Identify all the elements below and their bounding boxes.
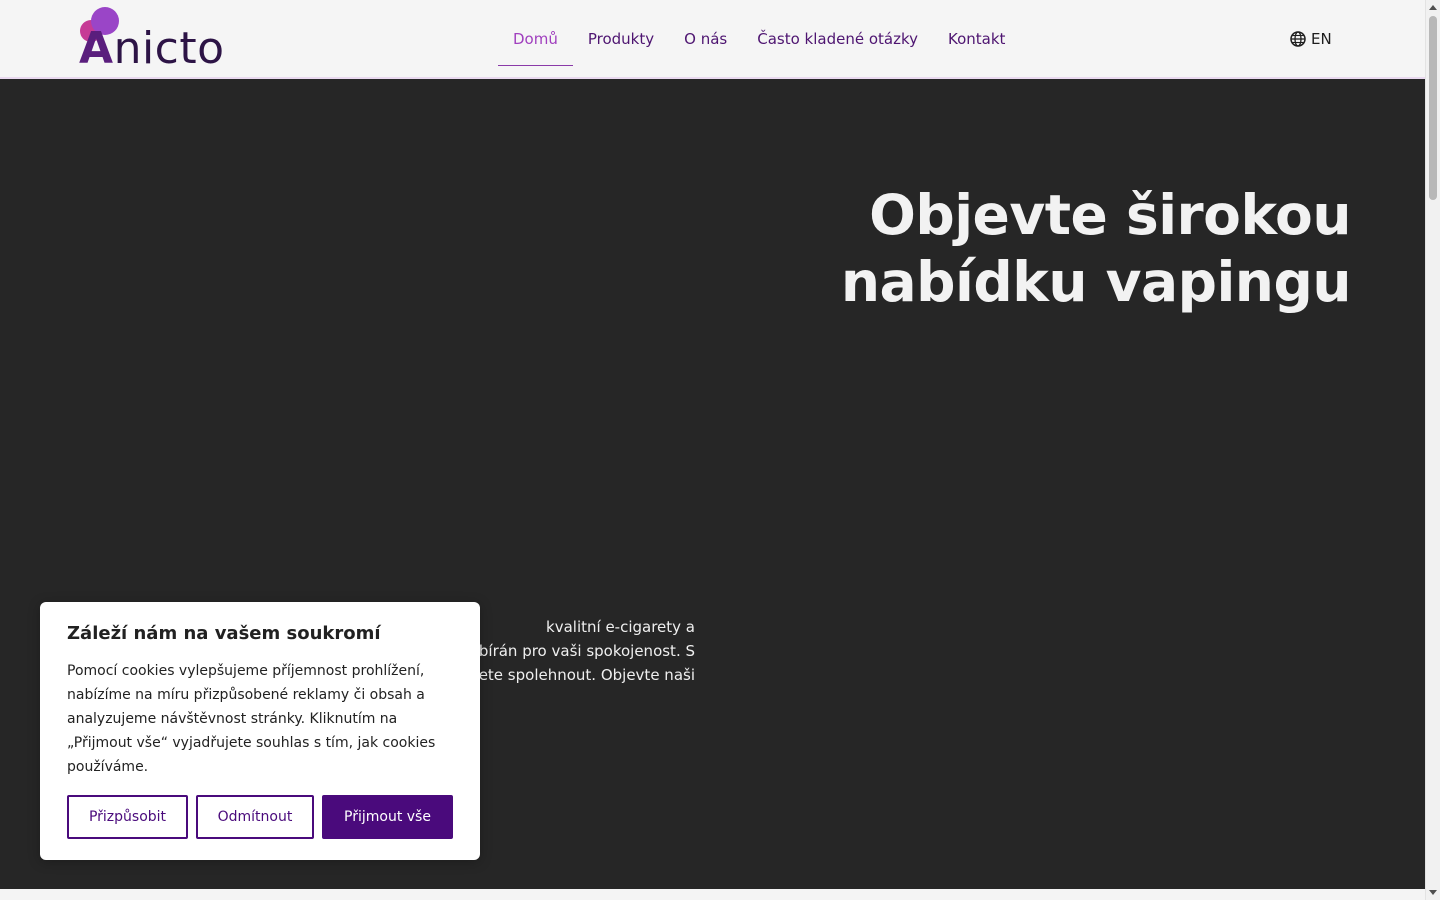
nav-item-about[interactable]: O nás [669, 18, 742, 66]
cookie-text: Pomocí cookies vylepšujeme příjemnost pr… [67, 663, 436, 775]
nav-item-home[interactable]: Domů [498, 18, 573, 66]
hero-title: Objevte širokou nabídku vapingu [840, 183, 1352, 314]
logo-text: Anicto [79, 24, 225, 74]
scrollbar-thumb[interactable] [1429, 16, 1437, 200]
globe-icon [1290, 31, 1306, 47]
nav-item-contact[interactable]: Kontakt [933, 18, 1020, 66]
cookie-title: Záleží nám na vašem soukromí [67, 623, 381, 644]
page-scrollbar[interactable] [1425, 0, 1440, 900]
site-header: Anicto Domů Produkty O nás Často kladené… [0, 0, 1425, 79]
logo-rest: nicto [113, 23, 225, 74]
scroll-down-arrow-icon[interactable] [1429, 890, 1437, 895]
language-label: EN [1311, 30, 1332, 48]
cookie-consent-dialog: Záleží nám na vašem soukromí Pomocí cook… [40, 602, 480, 860]
nav-item-products[interactable]: Produkty [573, 18, 669, 66]
reject-button[interactable]: Odmítnout [196, 795, 314, 839]
customize-button[interactable]: Přizpůsobit [67, 795, 188, 839]
language-switcher[interactable]: EN [1290, 30, 1332, 48]
logo[interactable]: Anicto [79, 6, 239, 76]
scroll-up-arrow-icon[interactable] [1429, 5, 1437, 10]
page-bottom-strip [0, 889, 1425, 900]
logo-initial: A [79, 23, 114, 74]
nav-item-faq[interactable]: Často kladené otázky [742, 18, 933, 66]
main-nav: Domů Produkty O nás Často kladené otázky… [498, 18, 1020, 66]
accept-all-button[interactable]: Přijmout vše [322, 795, 453, 839]
page: Anicto Domů Produkty O nás Často kladené… [0, 0, 1425, 900]
